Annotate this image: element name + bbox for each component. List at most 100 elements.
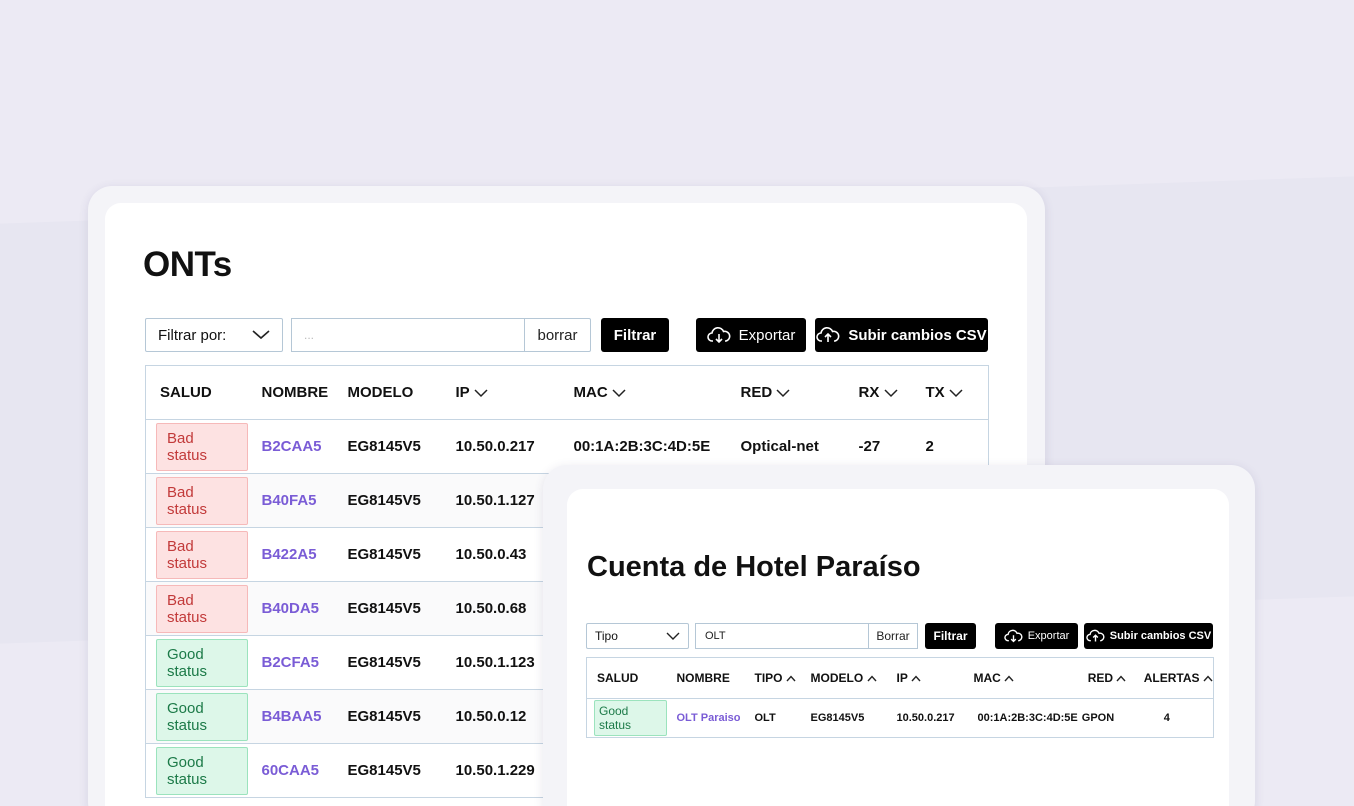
chevron-up-icon bbox=[786, 675, 796, 682]
status-badge: Good status bbox=[156, 692, 248, 741]
column-header-mac[interactable]: MAC bbox=[963, 657, 1078, 699]
account-title: Cuenta de Hotel Paraíso bbox=[587, 551, 921, 583]
status-badge: Good status bbox=[594, 700, 667, 736]
column-header-mac[interactable]: MAC bbox=[559, 365, 727, 420]
device-name-td: B40DA5 bbox=[247, 581, 334, 636]
table-row[interactable]: Good status OLT Paraiso OLT EG8145V5 10.50.0… bbox=[587, 699, 1214, 738]
rx-cell: -27 bbox=[858, 438, 881, 455]
device-name-link[interactable]: B40DA5 bbox=[262, 600, 320, 617]
column-header-red[interactable]: RED bbox=[1077, 657, 1134, 699]
status-badge: Bad status bbox=[156, 584, 248, 633]
column-header-ip-label: IP bbox=[455, 384, 470, 401]
type-cell-td: OLT bbox=[745, 699, 801, 738]
model-cell: EG8145V5 bbox=[347, 654, 421, 671]
filter-input-group: ... borrar bbox=[291, 318, 591, 352]
column-header-nombre: NOMBRE bbox=[666, 657, 745, 699]
hotel-account-panel: Cuenta de Hotel Paraíso Tipo OLT Borrar … bbox=[567, 489, 1229, 806]
table-header-row: SALUD NOMBRE MODELO IP MAC RED RX TX bbox=[145, 365, 989, 420]
network-cell: GPON bbox=[1081, 712, 1115, 724]
ip-cell-td: 10.50.0.217 bbox=[441, 419, 560, 474]
export-button[interactable]: Exportar bbox=[995, 623, 1078, 649]
ip-cell: 10.50.1.123 bbox=[455, 654, 535, 671]
status-badge: Bad status bbox=[156, 422, 248, 471]
device-name-td: 60CAA5 bbox=[247, 743, 334, 798]
model-cell: EG8145V5 bbox=[347, 546, 421, 563]
export-button-label: Exportar bbox=[1027, 630, 1070, 642]
alerts-cell: 4 bbox=[1163, 712, 1170, 724]
upload-csv-button-label: Subir cambios CSV bbox=[848, 326, 987, 344]
device-name-link[interactable]: 60CAA5 bbox=[262, 762, 320, 779]
network-cell-td: GPON bbox=[1078, 699, 1134, 738]
model-cell-td: EG8145V5 bbox=[333, 419, 442, 474]
chevron-up-icon bbox=[911, 675, 921, 682]
column-header-modelo: MODELO bbox=[333, 365, 442, 420]
device-name-link[interactable]: OLT Paraiso bbox=[677, 712, 741, 724]
chevron-down-icon bbox=[776, 389, 790, 397]
device-name-td: B2CAA5 bbox=[247, 419, 334, 474]
model-cell: EG8145V5 bbox=[347, 492, 421, 509]
hotel-devices-table: SALUD NOMBRE TIPO MODELO IP MAC RED ALER… bbox=[586, 657, 1214, 738]
column-header-alertas[interactable]: ALERTAS bbox=[1133, 657, 1214, 699]
status-td: Bad status bbox=[145, 419, 248, 474]
column-header-ip[interactable]: IP bbox=[441, 365, 560, 420]
filter-button[interactable]: Filtrar bbox=[925, 623, 976, 649]
column-header-red[interactable]: RED bbox=[726, 365, 845, 420]
column-header-modelo[interactable]: MODELO bbox=[800, 657, 887, 699]
model-cell-td: EG8145V5 bbox=[333, 527, 442, 582]
column-header-tipo-label: TIPO bbox=[754, 671, 783, 685]
type-cell: OLT bbox=[754, 712, 776, 724]
clear-button[interactable]: borrar bbox=[524, 318, 591, 352]
column-header-salud: SALUD bbox=[145, 365, 248, 420]
column-header-rx[interactable]: RX bbox=[844, 365, 912, 420]
ip-cell-td: 10.50.1.127 bbox=[441, 473, 560, 528]
model-cell-td: EG8145V5 bbox=[333, 689, 442, 744]
clear-button[interactable]: Borrar bbox=[868, 623, 918, 649]
type-filter-input[interactable]: OLT bbox=[695, 623, 868, 649]
column-header-ip[interactable]: IP bbox=[886, 657, 964, 699]
column-header-salud: SALUD bbox=[586, 657, 667, 699]
filter-input[interactable]: ... bbox=[291, 318, 524, 352]
upload-csv-button[interactable]: Subir cambios CSV bbox=[815, 318, 988, 352]
ip-cell-td: 10.50.0.12 bbox=[441, 689, 560, 744]
column-header-tx[interactable]: TX bbox=[911, 365, 989, 420]
device-name-td: B4BAA5 bbox=[247, 689, 334, 744]
ip-cell: 10.50.1.229 bbox=[455, 762, 535, 779]
page-title: ONTs bbox=[143, 245, 232, 284]
device-name-link[interactable]: B2CAA5 bbox=[262, 438, 322, 455]
model-cell-td: EG8145V5 bbox=[333, 635, 442, 690]
export-button-label: Exportar bbox=[738, 326, 796, 344]
ip-cell: 10.50.0.12 bbox=[455, 708, 527, 725]
upload-csv-button[interactable]: Subir cambios CSV bbox=[1084, 623, 1213, 649]
type-filter-input-group: OLT Borrar bbox=[695, 623, 918, 649]
mac-cell-td: 00:1A:2B:3C:4D:5E bbox=[964, 699, 1078, 738]
status-td: Good status bbox=[145, 743, 248, 798]
ip-cell: 10.50.0.43 bbox=[455, 546, 527, 563]
export-button[interactable]: Exportar bbox=[696, 318, 806, 352]
chevron-down-icon bbox=[949, 389, 963, 397]
column-header-tx-label: TX bbox=[925, 384, 945, 401]
chevron-down-icon bbox=[612, 389, 626, 397]
status-td: Good status bbox=[145, 689, 248, 744]
cloud-upload-icon bbox=[816, 327, 840, 342]
model-cell: EG8145V5 bbox=[810, 712, 865, 724]
chevron-down-icon bbox=[474, 389, 488, 397]
device-name-link[interactable]: B2CFA5 bbox=[262, 654, 320, 671]
device-name-link[interactable]: B422A5 bbox=[262, 546, 317, 563]
status-td: Bad status bbox=[145, 527, 248, 582]
chevron-down-icon bbox=[666, 632, 680, 640]
status-td: Good status bbox=[145, 635, 248, 690]
filter-button[interactable]: Filtrar bbox=[601, 318, 669, 352]
device-name-link[interactable]: B4BAA5 bbox=[262, 708, 322, 725]
model-cell: EG8145V5 bbox=[347, 438, 421, 455]
column-header-mac-label: MAC bbox=[573, 384, 608, 401]
status-badge: Good status bbox=[156, 746, 248, 795]
status-td: Bad status bbox=[145, 581, 248, 636]
type-select[interactable]: Tipo bbox=[586, 623, 689, 649]
filter-by-select[interactable]: Filtrar por: bbox=[145, 318, 283, 352]
ip-cell-td: 10.50.0.68 bbox=[441, 581, 560, 636]
cloud-download-icon bbox=[1004, 629, 1023, 643]
device-name-link[interactable]: B40FA5 bbox=[262, 492, 317, 509]
filter-button-label: Filtrar bbox=[613, 326, 657, 344]
ip-cell-td: 10.50.1.123 bbox=[441, 635, 560, 690]
column-header-tipo[interactable]: TIPO bbox=[744, 657, 801, 699]
